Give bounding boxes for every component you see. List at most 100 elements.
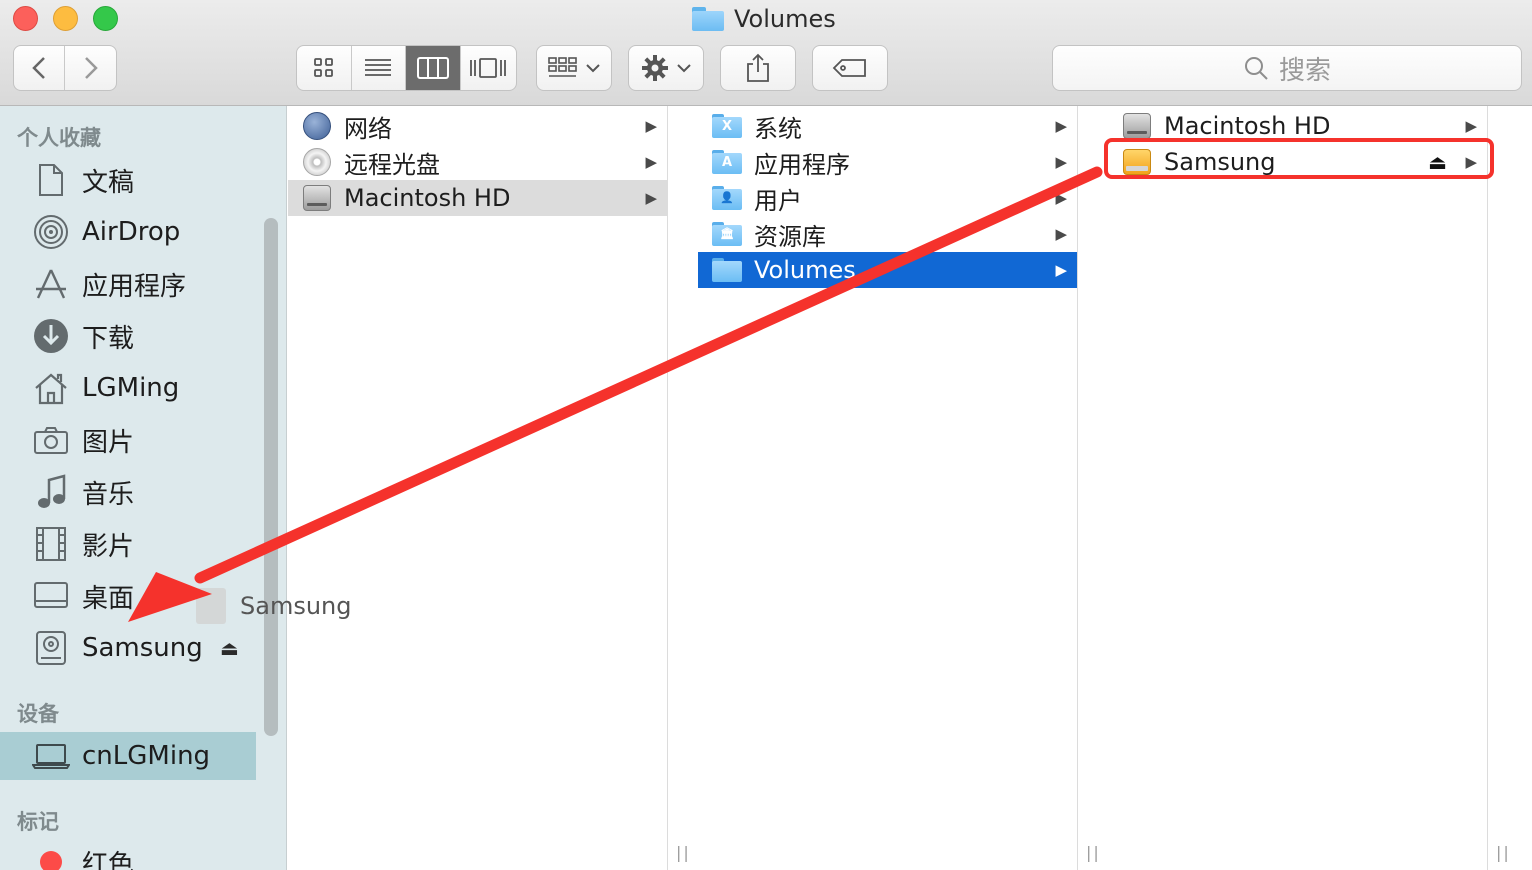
- drag-ghost-label: Samsung: [240, 592, 352, 620]
- window-toolbar: Volumes 搜索: [0, 0, 1532, 106]
- column-item-remote-disc[interactable]: 远程光盘 ▶: [288, 144, 667, 180]
- sidebar-scrollbar[interactable]: [264, 218, 278, 736]
- disclosure-arrow-icon: ▶: [1055, 153, 1067, 171]
- column-item-applications[interactable]: A 应用程序 ▶: [698, 144, 1077, 180]
- column-item-network[interactable]: 网络 ▶: [288, 108, 667, 144]
- sidebar-item-music[interactable]: 音乐: [0, 468, 256, 516]
- eject-icon[interactable]: ⏏: [1428, 150, 1447, 174]
- sidebar-item-label: 文稿: [82, 167, 135, 198]
- eject-icon[interactable]: ⏏: [220, 636, 239, 660]
- search-icon: [1244, 57, 1268, 80]
- list-view-button[interactable]: [352, 46, 406, 90]
- sidebar-item-label: Samsung: [82, 633, 203, 663]
- zoom-window-button[interactable]: [93, 6, 118, 31]
- drag-ghost: Samsung: [196, 588, 351, 624]
- disc-icon: [302, 147, 332, 177]
- sidebar: 个人收藏 文稿 AirDrop 应用程序 下载 LGMing 图片 音乐 影片 …: [0, 106, 287, 870]
- column-item-label: 用户: [754, 186, 802, 215]
- column-item-users[interactable]: 👤 用户 ▶: [698, 180, 1077, 216]
- gear-icon: [642, 55, 668, 81]
- sidebar-item-tag-red[interactable]: 红色: [0, 838, 256, 870]
- library-folder-icon: 🏛: [712, 219, 742, 249]
- disclosure-arrow-icon: ▶: [645, 117, 657, 135]
- tag-icon: [832, 59, 866, 77]
- applications-folder-icon: A: [712, 147, 742, 177]
- column-item-label: 资源库: [754, 222, 826, 251]
- minimize-window-button[interactable]: [53, 6, 78, 31]
- browser-column-1: 网络 ▶ 远程光盘 ▶ Macintosh HD ▶ ||: [288, 106, 689, 870]
- home-icon: [32, 369, 70, 407]
- edit-tags-button[interactable]: [812, 45, 888, 91]
- column-item-library[interactable]: 🏛 资源库 ▶: [698, 216, 1077, 252]
- users-folder-icon: 👤: [712, 183, 742, 213]
- desktop-icon: [32, 577, 70, 615]
- devices-header: 设备: [17, 702, 59, 726]
- column-item-label: 网络: [344, 114, 392, 143]
- film-icon: [32, 525, 70, 563]
- column-item-samsung[interactable]: Samsung ⏏ ▶: [1108, 144, 1487, 180]
- sidebar-item-documents[interactable]: 文稿: [0, 156, 256, 204]
- sidebar-item-home[interactable]: LGMing: [0, 364, 256, 412]
- folder-icon: [692, 7, 724, 31]
- column-resize-handle[interactable]: ||: [676, 843, 691, 862]
- sidebar-item-label: 红色: [82, 849, 135, 870]
- sidebar-item-downloads[interactable]: 下载: [0, 312, 256, 360]
- share-button[interactable]: [720, 45, 796, 91]
- icon-view-button[interactable]: [297, 46, 352, 90]
- disclosure-arrow-icon: ▶: [1055, 261, 1067, 279]
- close-window-button[interactable]: [13, 6, 38, 31]
- drive-icon: [32, 629, 70, 667]
- sidebar-item-movies[interactable]: 影片: [0, 520, 256, 568]
- history-nav: [13, 45, 117, 91]
- sidebar-item-label: LGMing: [82, 373, 180, 403]
- forward-button[interactable]: [65, 46, 116, 90]
- external-drive-icon: [1122, 147, 1152, 177]
- camera-icon: [32, 421, 70, 459]
- list-icon: [365, 59, 392, 76]
- column-item-label: Macintosh HD: [1164, 112, 1331, 140]
- column-item-label: 系统: [754, 114, 802, 143]
- arrange-grid-icon: [548, 57, 577, 77]
- column-resize-handle[interactable]: ||: [1086, 843, 1101, 862]
- browser-column-2: X 系统 ▶ A 应用程序 ▶ 👤 用户 ▶ 🏛 资源库 ▶ Volumes ▶…: [698, 106, 1099, 870]
- music-note-icon: [32, 473, 70, 511]
- search-field[interactable]: 搜索: [1052, 45, 1522, 91]
- sidebar-item-airdrop[interactable]: AirDrop: [0, 208, 256, 256]
- cover-flow-icon: [470, 58, 507, 78]
- disclosure-arrow-icon: ▶: [645, 153, 657, 171]
- column-item-macintosh-hd[interactable]: Macintosh HD ▶: [1108, 108, 1487, 144]
- hard-drive-icon: [1122, 111, 1152, 141]
- chevron-left-icon: [32, 57, 45, 79]
- download-icon: [32, 317, 70, 355]
- disclosure-arrow-icon: ▶: [1055, 189, 1067, 207]
- column-resize-handle[interactable]: ||: [1496, 843, 1511, 862]
- red-tag-dot-icon: [32, 843, 70, 870]
- sidebar-item-label: 音乐: [82, 479, 135, 510]
- arrange-button[interactable]: [536, 45, 612, 91]
- back-button[interactable]: [14, 46, 66, 90]
- share-icon: [747, 53, 769, 82]
- disclosure-arrow-icon: ▶: [1055, 117, 1067, 135]
- column-item-system[interactable]: X 系统 ▶: [698, 108, 1077, 144]
- drag-ghost-icon: [196, 588, 226, 624]
- column-item-macintosh-hd[interactable]: Macintosh HD ▶: [288, 180, 667, 216]
- sidebar-item-cnlgming[interactable]: cnLGMing: [0, 732, 256, 780]
- sidebar-item-label: cnLGMing: [82, 741, 211, 771]
- action-button[interactable]: [628, 45, 704, 91]
- chevron-down-icon: [677, 64, 691, 73]
- disclosure-arrow-icon: ▶: [1055, 225, 1067, 243]
- column-view-button[interactable]: [406, 46, 461, 90]
- disclosure-arrow-icon: ▶: [645, 189, 657, 207]
- columns-icon: [416, 57, 449, 79]
- favorites-header: 个人收藏: [17, 126, 101, 150]
- sidebar-item-applications[interactable]: 应用程序: [0, 260, 256, 308]
- airdrop-icon: [32, 213, 70, 251]
- cover-flow-button[interactable]: [461, 46, 516, 90]
- sidebar-item-label: 影片: [82, 531, 135, 562]
- column-item-volumes[interactable]: Volumes ▶: [698, 252, 1077, 288]
- search-placeholder: 搜索: [1278, 55, 1331, 86]
- sidebar-item-pictures[interactable]: 图片: [0, 416, 256, 464]
- sidebar-item-samsung[interactable]: Samsung ⏏: [0, 624, 256, 672]
- applications-icon: [32, 265, 70, 303]
- column-item-label: Macintosh HD: [344, 184, 511, 212]
